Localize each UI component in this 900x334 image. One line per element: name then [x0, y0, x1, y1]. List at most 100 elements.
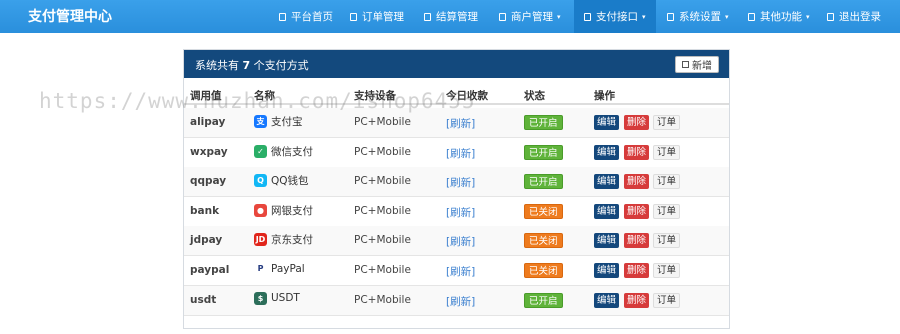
refresh-income-link[interactable]: [刷新]: [446, 205, 475, 220]
delete-button[interactable]: 删除: [624, 115, 650, 130]
plus-icon: [682, 61, 689, 68]
orders-button[interactable]: 订单: [653, 263, 681, 278]
payment-name-cell: Q QQ钱包: [254, 173, 309, 188]
payment-name: PayPal: [271, 262, 305, 275]
nav-orders[interactable]: 订单管理: [350, 0, 404, 33]
supported-devices: PC+Mobile: [354, 116, 411, 128]
payment-name-cell: ● 网银支付: [254, 203, 313, 218]
user-icon: [499, 12, 506, 21]
panel-header: 系统共有 7 个支付方式 新增: [184, 50, 729, 78]
status-badge[interactable]: 已开启: [524, 292, 563, 308]
status-badge[interactable]: 已关闭: [524, 263, 563, 278]
refresh-income-link[interactable]: [刷新]: [446, 294, 475, 309]
nav-home-label: 平台首页: [291, 11, 333, 23]
nav-settlement[interactable]: 结算管理: [424, 0, 478, 33]
nav-logout[interactable]: 退出登录: [827, 0, 881, 33]
nav-payment-interface-label: 支付接口: [596, 11, 638, 23]
status-badge[interactable]: 已关闭: [524, 203, 563, 219]
nav-payment-interface[interactable]: 支付接口 ▾: [574, 0, 656, 33]
wechat-icon: ✓: [254, 144, 267, 158]
table-header: 调用值 名称 支持设备 今日收款 状态 操作: [184, 87, 729, 105]
edit-button[interactable]: 编辑: [594, 115, 620, 130]
status-badge[interactable]: 已开启: [524, 174, 563, 190]
edit-button[interactable]: 编辑: [594, 233, 620, 249]
table-row: wxpay ✓ 微信支付 PC+Mobile [刷新] 已开启 编辑 删除 订单: [184, 138, 729, 168]
refresh-income-link[interactable]: [刷新]: [446, 116, 475, 131]
payment-code: jdpay: [190, 234, 223, 247]
status-badge[interactable]: 已关闭: [524, 233, 563, 249]
refresh-income-link[interactable]: [刷新]: [446, 234, 475, 249]
delete-button[interactable]: 删除: [624, 233, 650, 249]
nav-system-settings[interactable]: 系统设置 ▾: [667, 0, 729, 33]
table-row: jdpay JD 京东支付 PC+Mobile [刷新] 已关闭 编辑 删除 订单: [184, 226, 729, 257]
nav-merchants[interactable]: 商户管理 ▾: [499, 0, 561, 33]
payment-method-count: 7: [242, 59, 251, 72]
orders-button[interactable]: 订单: [653, 115, 681, 130]
supported-devices: PC+Mobile: [354, 204, 411, 217]
table-row: paypal P PayPal PC+Mobile [刷新] 已关闭 编辑 删除 订单: [184, 256, 729, 286]
chevron-down-icon: ▾: [557, 12, 561, 21]
delete-button[interactable]: 删除: [624, 144, 650, 160]
edit-button[interactable]: 编辑: [594, 144, 620, 160]
logout-icon: [827, 12, 834, 21]
edit-button[interactable]: 编辑: [594, 203, 620, 219]
title-prefix: 系统共有: [195, 59, 243, 72]
table-row: bank ● 网银支付 PC+Mobile [刷新] 已关闭 编辑 删除 订单: [184, 197, 729, 227]
payment-name-cell: $ USDT: [254, 291, 300, 305]
cube-icon: [748, 12, 755, 21]
orders-button[interactable]: 订单: [653, 233, 681, 249]
delete-button[interactable]: 删除: [624, 292, 650, 308]
payment-code: qqpay: [190, 175, 227, 188]
nav-other-functions[interactable]: 其他功能 ▾: [748, 0, 810, 33]
orders-button[interactable]: 订单: [653, 174, 681, 190]
jd-icon: JD: [254, 233, 267, 247]
nav-home[interactable]: 平台首页: [279, 0, 333, 33]
refresh-income-link[interactable]: [刷新]: [446, 146, 475, 161]
payment-code: wxpay: [190, 145, 228, 158]
payment-methods-panel: 系统共有 7 个支付方式 新增 调用值 名称 支持设备 今日收款 状态 操作 a…: [39, 49, 730, 329]
refresh-income-link[interactable]: [刷新]: [446, 264, 475, 279]
nav-orders-label: 订单管理: [362, 11, 404, 23]
top-navbar: 支付管理中心 平台首页 订单管理 结算管理 商户管理 ▾ 支付接口 ▾ 系统设置…: [0, 0, 900, 33]
table-row: qqpay Q QQ钱包 PC+Mobile [刷新] 已开启 编辑 删除 订单: [184, 167, 729, 198]
payment-name: 微信支付: [271, 145, 313, 158]
status-badge[interactable]: 已开启: [524, 144, 563, 160]
edit-button[interactable]: 编辑: [594, 263, 620, 278]
refresh-income-link[interactable]: [刷新]: [446, 175, 475, 190]
orders-button[interactable]: 订单: [653, 203, 681, 219]
bank-icon: ●: [254, 203, 267, 217]
edit-button[interactable]: 编辑: [594, 292, 620, 308]
delete-button[interactable]: 删除: [624, 263, 650, 278]
status-badge[interactable]: 已开启: [524, 115, 563, 130]
supported-devices: PC+Mobile: [354, 145, 411, 158]
title-suffix: 个支付方式: [250, 59, 309, 72]
nav-other-functions-label: 其他功能: [760, 11, 802, 23]
card-icon: [584, 12, 591, 21]
payment-code: usdt: [190, 293, 217, 306]
settlement-icon: [424, 12, 431, 21]
delete-button[interactable]: 删除: [624, 203, 650, 219]
header-code: 调用值: [190, 90, 222, 102]
paypal-icon: P: [254, 262, 267, 275]
table-row: alipay 支支付宝 PC+Mobile [刷新] 已开启 编辑 删除 订单: [184, 108, 729, 138]
nav-settlement-label: 结算管理: [436, 11, 478, 23]
delete-button[interactable]: 删除: [624, 174, 650, 190]
add-payment-button[interactable]: 新增: [675, 56, 719, 73]
panel-title: 系统共有 7 个支付方式: [195, 57, 309, 73]
add-payment-label: 新增: [692, 61, 712, 72]
header-name: 名称: [254, 90, 275, 102]
payment-code: bank: [190, 204, 220, 217]
nav-logout-label: 退出登录: [839, 11, 881, 23]
orders-button[interactable]: 订单: [653, 292, 681, 308]
payment-name: 支付宝: [271, 116, 303, 128]
payment-name: 网银支付: [271, 204, 313, 217]
alipay-icon: 支: [254, 115, 267, 128]
orders-button[interactable]: 订单: [653, 144, 681, 160]
chevron-down-icon: ▾: [642, 12, 646, 21]
payment-name: QQ钱包: [271, 175, 309, 188]
edit-button[interactable]: 编辑: [594, 174, 620, 190]
chevron-down-icon: ▾: [806, 12, 810, 21]
brand-title[interactable]: 支付管理中心: [28, 6, 112, 26]
payment-name-cell: ✓ 微信支付: [254, 144, 313, 159]
qq-icon: Q: [254, 174, 267, 188]
